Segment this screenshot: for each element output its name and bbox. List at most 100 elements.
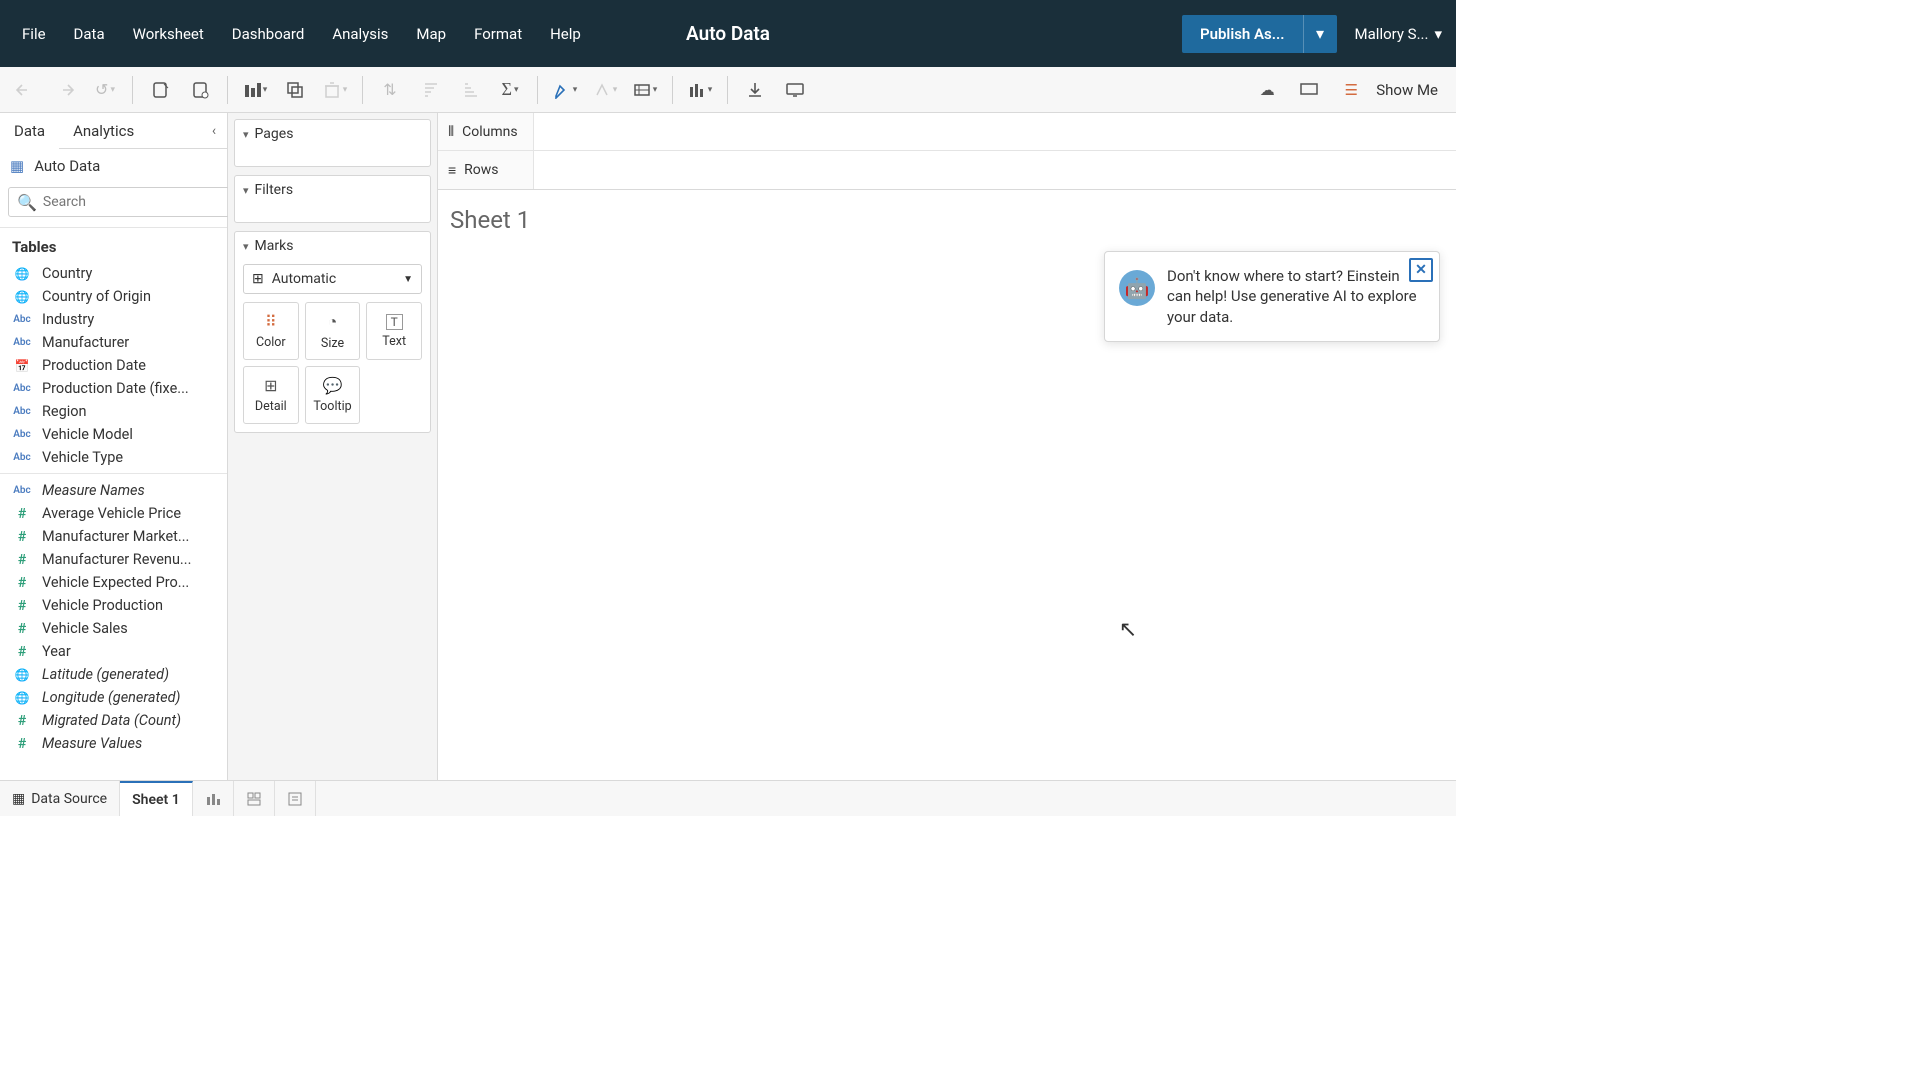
hash-icon: # (12, 621, 32, 637)
publish-button[interactable]: Publish As... ▾ (1182, 15, 1337, 53)
clear-button[interactable]: ▾ (318, 73, 352, 107)
rows-drop[interactable] (534, 151, 1456, 189)
redo-button[interactable] (48, 73, 82, 107)
labels-button[interactable]: ▾ (628, 73, 662, 107)
field-label: Country (42, 265, 92, 282)
close-popup-button[interactable]: ✕ (1409, 258, 1433, 282)
chevron-down-icon: ▼ (403, 274, 413, 285)
tab-analytics[interactable]: Analytics (59, 113, 148, 149)
menu-file[interactable]: File (8, 7, 60, 61)
data-guide-icon[interactable]: ☁ (1250, 73, 1284, 107)
presentation-icon[interactable] (1292, 73, 1326, 107)
field-item[interactable]: 🌐Longitude (generated) (0, 686, 227, 709)
field-item[interactable]: AbcVehicle Model (0, 423, 227, 446)
hash-icon: # (12, 736, 32, 752)
hash-icon: # (12, 552, 32, 568)
tab-data[interactable]: Data (0, 113, 59, 149)
einstein-icon: 🤖 (1119, 270, 1155, 306)
field-item[interactable]: #Vehicle Production (0, 594, 227, 617)
field-item[interactable]: #Migrated Data (Count) (0, 709, 227, 732)
field-item[interactable]: 🌐Latitude (generated) (0, 663, 227, 686)
showme-label[interactable]: Show Me (1376, 81, 1438, 99)
marks-tooltip[interactable]: 💬Tooltip (305, 366, 361, 424)
menu-data[interactable]: Data (60, 7, 119, 61)
present-button[interactable] (778, 73, 812, 107)
field-item[interactable]: 🌐Country of Origin (0, 285, 227, 308)
undo-button[interactable] (8, 73, 42, 107)
marks-color[interactable]: ⠿Color (243, 302, 299, 360)
menu-worksheet[interactable]: Worksheet (119, 7, 218, 61)
filters-card[interactable]: ▾Filters (234, 175, 431, 223)
columns-label: Columns (462, 124, 517, 140)
fit-button[interactable]: ▾ (683, 73, 717, 107)
sort-asc-button[interactable] (413, 73, 447, 107)
globe-icon: 🌐 (12, 267, 32, 281)
color-icon: ⠿ (265, 312, 277, 331)
field-item[interactable]: #Vehicle Sales (0, 617, 227, 640)
marks-detail[interactable]: ⊞Detail (243, 366, 299, 424)
search-field[interactable] (43, 194, 221, 210)
swap-button[interactable]: ⇅ (373, 73, 407, 107)
marks-size-label: Size (321, 336, 344, 351)
marks-label: Marks (255, 238, 294, 254)
revert-button[interactable]: ↺▾ (88, 73, 122, 107)
field-item[interactable]: #Vehicle Expected Pro... (0, 571, 227, 594)
field-item[interactable]: AbcManufacturer (0, 331, 227, 354)
pause-updates-button[interactable] (183, 73, 217, 107)
menu-format[interactable]: Format (460, 7, 536, 61)
new-worksheet-button[interactable]: ▾ (238, 73, 272, 107)
field-label: Latitude (generated) (42, 666, 169, 683)
highlight-button[interactable]: ▾ (548, 73, 582, 107)
new-story-tab[interactable] (275, 781, 316, 816)
field-item[interactable]: AbcMeasure Names (0, 473, 227, 502)
field-label: Country of Origin (42, 288, 151, 305)
user-menu[interactable]: Mallory S...▾ (1355, 25, 1442, 43)
menu-dashboard[interactable]: Dashboard (218, 7, 319, 61)
pages-card[interactable]: ▾Pages (234, 119, 431, 167)
field-item[interactable]: AbcVehicle Type (0, 446, 227, 469)
marks-type-select[interactable]: ⊞Automatic ▼ (243, 264, 422, 294)
publish-caret-icon[interactable]: ▾ (1303, 15, 1337, 53)
toolbar: ↺▾ ▾ ▾ ⇅ Σ▾ ▾ ▾ ▾ ▾ ☁ ☰ Show Me (0, 67, 1456, 113)
columns-shelf[interactable]: ⦀Columns (438, 113, 1456, 151)
new-dashboard-tab[interactable] (234, 781, 275, 816)
sort-desc-button[interactable] (453, 73, 487, 107)
rows-shelf[interactable]: ≡Rows (438, 151, 1456, 189)
field-label: Year (42, 643, 71, 660)
top-bar: File Data Worksheet Dashboard Analysis M… (0, 0, 1456, 67)
field-item[interactable]: #Average Vehicle Price (0, 502, 227, 525)
group-button[interactable]: ▾ (588, 73, 622, 107)
menu-map[interactable]: Map (402, 7, 460, 61)
sheet1-tab[interactable]: Sheet 1 (120, 781, 193, 816)
download-button[interactable] (738, 73, 772, 107)
marks-size[interactable]: ◔Size (305, 302, 361, 360)
hash-icon: # (12, 506, 32, 522)
showme-icon[interactable]: ☰ (1334, 73, 1368, 107)
totals-button[interactable]: Σ▾ (493, 73, 527, 107)
search-input[interactable]: 🔍 (8, 187, 230, 217)
menu-analysis[interactable]: Analysis (318, 7, 402, 61)
field-item[interactable]: #Manufacturer Market... (0, 525, 227, 548)
tables-header: Tables (0, 228, 227, 262)
field-item[interactable]: AbcProduction Date (fixe... (0, 377, 227, 400)
field-item[interactable]: #Measure Values (0, 732, 227, 755)
new-data-button[interactable] (143, 73, 177, 107)
field-item[interactable]: AbcRegion (0, 400, 227, 423)
field-item[interactable]: AbcIndustry (0, 308, 227, 331)
sheet-title[interactable]: Sheet 1 (450, 206, 1444, 234)
datasource-tab[interactable]: ▦Data Source (0, 781, 120, 816)
einstein-text: Don't know where to start? Einstein can … (1167, 266, 1425, 327)
field-item[interactable]: #Manufacturer Revenu... (0, 548, 227, 571)
chevron-down-icon: ▾ (1434, 25, 1442, 43)
hash-icon: # (12, 644, 32, 660)
collapse-pane-icon[interactable]: ‹ (201, 123, 227, 139)
new-worksheet-tab[interactable] (193, 781, 234, 816)
field-item[interactable]: # Year (0, 640, 227, 663)
field-item[interactable]: 📅Production Date (0, 354, 227, 377)
menu-help[interactable]: Help (536, 7, 595, 61)
field-item[interactable]: 🌐 Country (0, 262, 227, 285)
duplicate-button[interactable] (278, 73, 312, 107)
columns-drop[interactable] (534, 113, 1456, 150)
marks-text[interactable]: TText (366, 302, 422, 360)
datasource-row[interactable]: ▦ Auto Data (0, 149, 227, 181)
